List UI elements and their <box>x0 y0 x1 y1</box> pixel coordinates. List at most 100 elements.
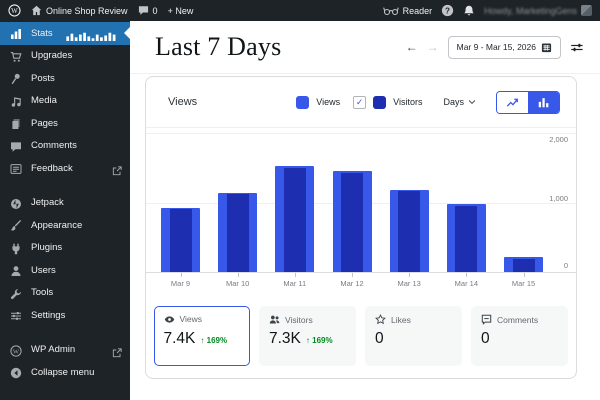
sidebar-item-label: Plugins <box>31 242 62 253</box>
page-title: Last 7 Days <box>155 32 281 62</box>
visitors-checkbox[interactable]: ✓ <box>353 96 366 109</box>
new-menu[interactable]: + New <box>168 6 194 16</box>
summary-card-views[interactable]: Views7.4K↑ 169% <box>154 306 250 366</box>
main-content: Last 7 Days ← → Mar 9 - Mar 15, 2026 Vie… <box>130 21 600 400</box>
visitors-swatch <box>373 96 386 109</box>
next-period-button[interactable]: → <box>427 41 439 53</box>
sidebar-item-label: Upgrades <box>31 50 72 61</box>
date-range-button[interactable]: Mar 9 - Mar 15, 2026 <box>448 36 561 59</box>
screen: W Online Shop Review 0 + New Reader ? Ho… <box>0 0 600 400</box>
bar-chart-toggle-button[interactable] <box>528 92 559 113</box>
filter-icon[interactable] <box>570 41 584 54</box>
summary-card-delta: ↑ 169% <box>306 336 333 345</box>
reader-link[interactable]: Reader <box>383 6 433 16</box>
home-icon <box>31 5 42 16</box>
visitors-bar[interactable] <box>284 168 306 272</box>
visitors-bar[interactable] <box>455 206 477 272</box>
sidebar-item-comments[interactable]: Comments <box>0 135 130 158</box>
gridline <box>146 133 576 134</box>
x-axis-label: Mar 15 <box>501 279 547 288</box>
sidebar-item-plugins[interactable]: Plugins <box>0 237 130 260</box>
cart-icon <box>10 50 22 62</box>
summary-card-comments[interactable]: Comments0 <box>471 306 568 366</box>
x-axis-tick <box>409 273 410 277</box>
tools-icon <box>10 287 22 299</box>
users-icon <box>10 264 22 276</box>
new-label: + New <box>168 6 194 16</box>
summary-card-visitors[interactable]: Visitors 7.3K ↑ 169% <box>259 306 356 366</box>
summary-card-value: 0 <box>375 330 384 348</box>
chart-card-header: Views Views ✓ Visitors Days <box>146 77 576 127</box>
sidebar-item-label: Settings <box>31 310 65 321</box>
visitors-bar[interactable] <box>513 259 535 272</box>
prev-period-button[interactable]: ← <box>406 41 418 53</box>
summary-card-label: Visitors <box>285 315 313 325</box>
chart-legend: Views ✓ Visitors Days <box>296 91 560 114</box>
sidebar-item-label: Posts <box>31 73 55 84</box>
sidebar-item-tools[interactable]: Tools <box>0 282 130 305</box>
sidebar-item-label: Feedback <box>31 163 73 174</box>
chart-type-toggle <box>496 91 560 114</box>
visitors-bar[interactable] <box>227 194 249 272</box>
site-menu[interactable]: Online Shop Review <box>31 5 128 16</box>
reader-label: Reader <box>403 6 433 16</box>
sidebar-item-collapse-menu[interactable]: Collapse menu <box>0 361 130 384</box>
sidebar-separator <box>0 180 130 192</box>
jetpack-icon <box>10 197 22 209</box>
comment-icon <box>481 314 492 325</box>
x-axis-line <box>146 272 576 273</box>
sidebar-item-appearance[interactable]: Appearance <box>0 214 130 237</box>
visitors-bar[interactable] <box>170 209 192 272</box>
sidebar-separator <box>0 327 130 339</box>
x-axis-tick <box>524 273 525 277</box>
sidebar-item-label: Media <box>31 95 57 106</box>
x-axis-label: Mar 12 <box>329 279 375 288</box>
sidebar-item-posts[interactable]: Posts <box>0 67 130 90</box>
visitors-bar[interactable] <box>341 173 363 272</box>
views-legend-label: Views <box>316 97 340 107</box>
sidebar-item-feedback[interactable]: Feedback <box>0 157 130 180</box>
x-axis-label: Mar 13 <box>386 279 432 288</box>
help-icon[interactable]: ? <box>441 4 454 17</box>
notifications-bell-icon[interactable] <box>463 5 475 17</box>
sidebar-item-upgrades[interactable]: Upgrades <box>0 45 130 68</box>
y-axis-tick: 0 <box>564 261 568 270</box>
views-swatch <box>296 96 309 109</box>
x-axis-tick <box>352 273 353 277</box>
pages-icon <box>10 117 22 129</box>
x-axis-label: Mar 9 <box>158 279 204 288</box>
sidebar-item-users[interactable]: Users <box>0 259 130 282</box>
page-header: Last 7 Days ← → Mar 9 - Mar 15, 2026 <box>130 21 600 73</box>
comment-bubble-icon <box>138 5 149 16</box>
chart-plot: 01,0002,000Mar 9Mar 10Mar 11Mar 12Mar 13… <box>146 128 576 290</box>
settings-icon <box>10 309 22 321</box>
wordpress-logo-icon[interactable]: W <box>8 4 21 17</box>
interval-dropdown[interactable]: Days <box>443 97 477 107</box>
sidebar-item-wp-admin[interactable]: WWP Admin <box>0 339 130 362</box>
svg-text:W: W <box>13 348 20 355</box>
topbar-comments[interactable]: 0 <box>138 5 158 16</box>
visitors-legend-label: Visitors <box>393 97 422 107</box>
sidebar-item-jetpack[interactable]: Jetpack <box>0 192 130 215</box>
stats-sparkline-icon <box>66 28 118 39</box>
summary-card-value: 7.3K <box>269 330 301 348</box>
y-axis-tick: 2,000 <box>549 135 568 144</box>
sidebar-item-pages[interactable]: Pages <box>0 112 130 135</box>
avatar <box>581 5 592 16</box>
summary-card-likes[interactable]: Likes0 <box>365 306 462 366</box>
media-icon <box>10 95 22 107</box>
admin-topbar: W Online Shop Review 0 + New Reader ? Ho… <box>0 0 600 21</box>
line-chart-toggle-button[interactable] <box>497 92 528 113</box>
sidebar-item-stats[interactable]: Stats <box>0 22 130 45</box>
site-name: Online Shop Review <box>46 6 128 16</box>
sidebar-item-label: Jetpack <box>31 197 64 208</box>
summary-card-value: 7.4K <box>164 330 196 348</box>
sidebar-item-media[interactable]: Media <box>0 90 130 113</box>
sidebar-item-settings[interactable]: Settings <box>0 304 130 327</box>
trend-line-icon <box>506 96 519 109</box>
visitors-bar[interactable] <box>398 191 420 272</box>
x-axis-tick <box>295 273 296 277</box>
x-axis-label: Mar 14 <box>443 279 489 288</box>
x-axis-label: Mar 10 <box>215 279 261 288</box>
account-menu[interactable]: Howdy, MarketingGens <box>484 5 592 16</box>
